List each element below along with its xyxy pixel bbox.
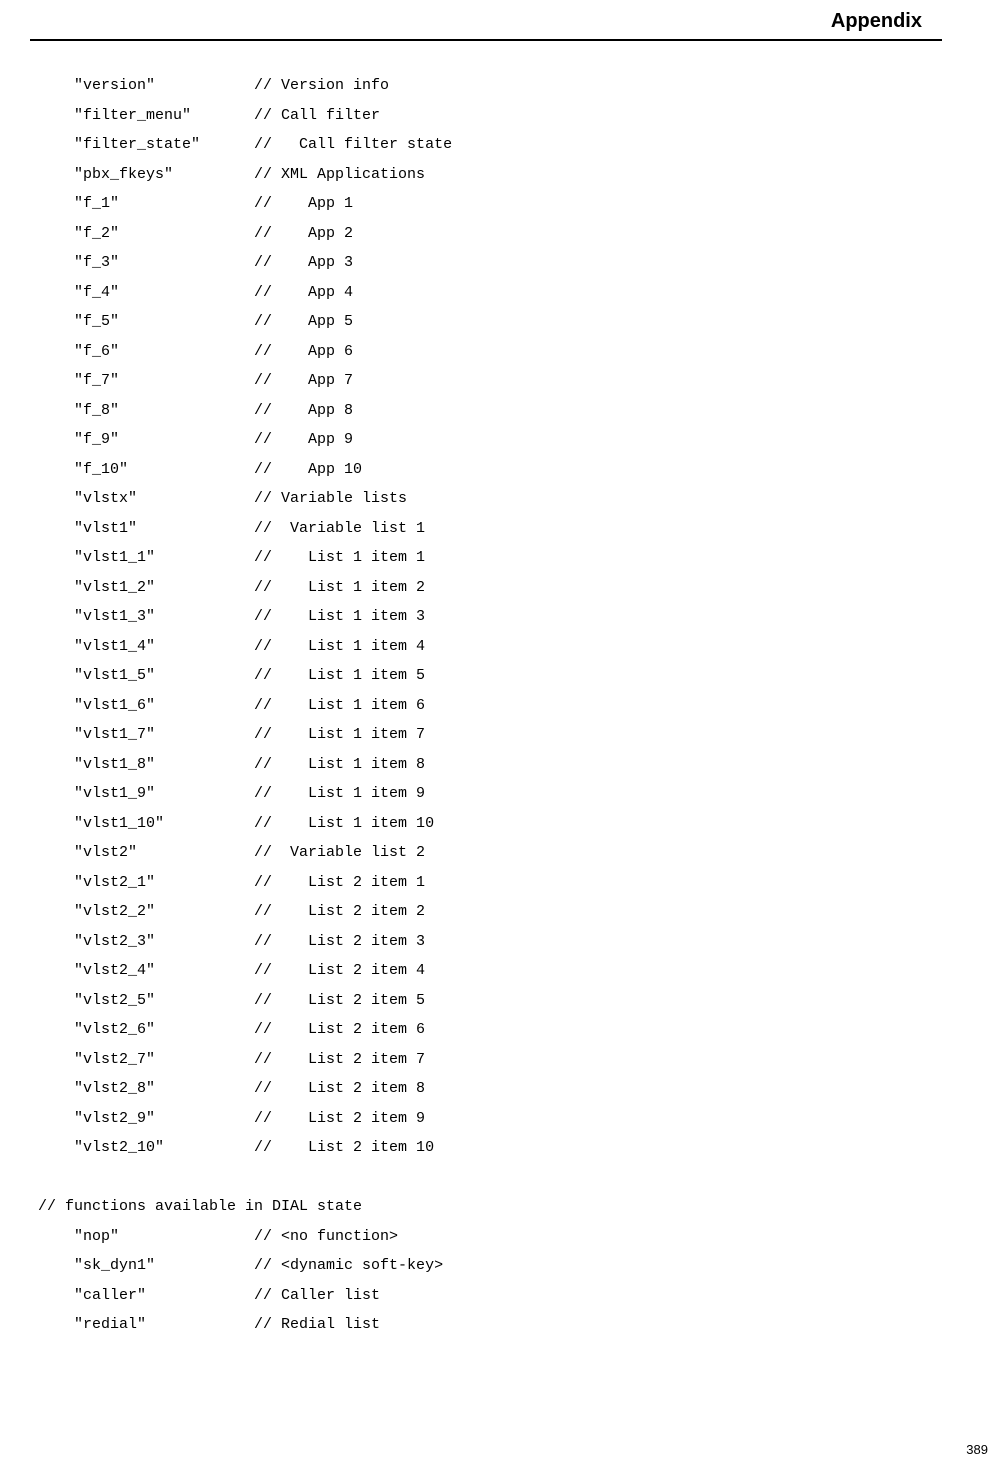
header-rule bbox=[30, 39, 942, 41]
page: Appendix "version" // Version info "filt… bbox=[0, 0, 1002, 1471]
page-number: 389 bbox=[966, 1442, 988, 1457]
page-header: Appendix bbox=[30, 10, 942, 39]
code-listing: "version" // Version info "filter_menu" … bbox=[30, 71, 942, 1340]
